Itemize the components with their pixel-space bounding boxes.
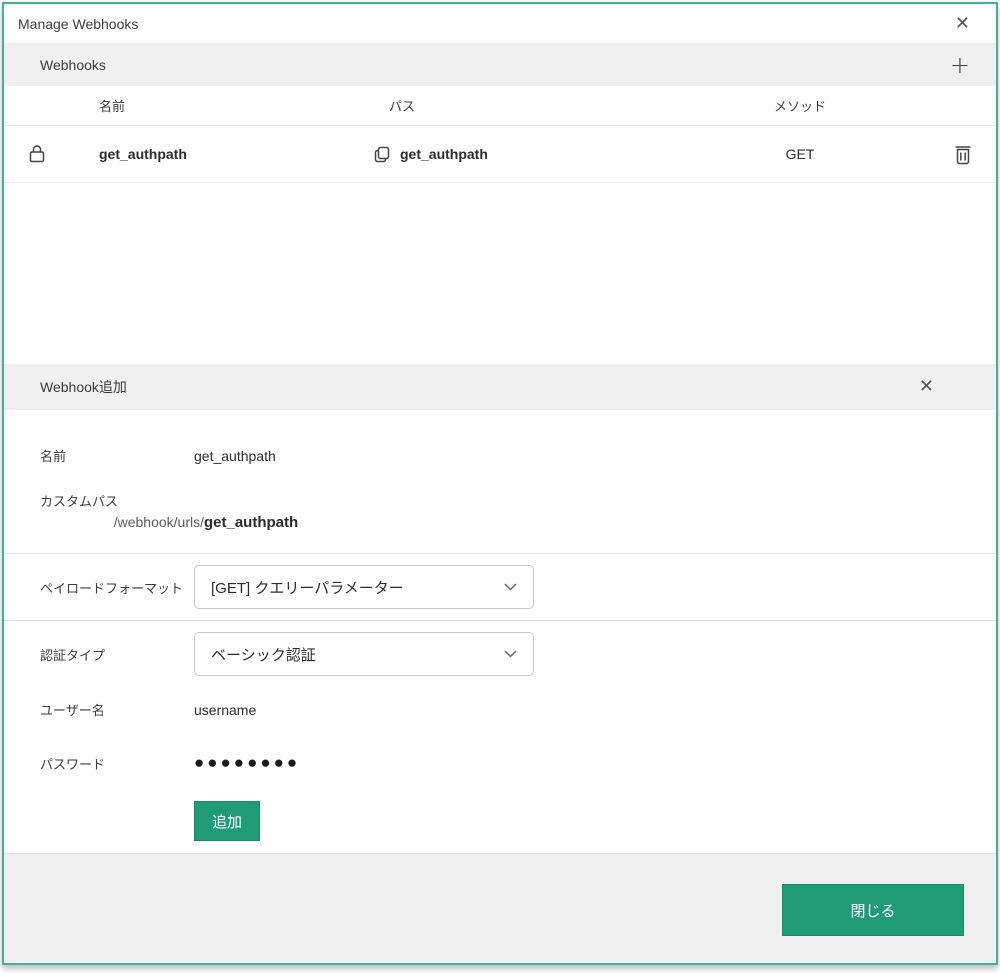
custom-path-label-row: カスタムパス (4, 491, 996, 510)
name-field-row: 名前 get_authpath (4, 446, 996, 465)
auth-type-dropdown[interactable]: ベーシック認証 (194, 632, 534, 676)
webhooks-section-header: Webhooks + (4, 44, 996, 86)
manage-webhooks-dialog: Manage Webhooks ✕ Webhooks + 名前 パス メソッド … (2, 2, 998, 965)
dialog-title-bar: Manage Webhooks ✕ (4, 4, 996, 44)
add-webhook-section-header: Webhook追加 ✕ (4, 364, 996, 410)
chevron-down-icon (504, 650, 517, 658)
name-field-label: 名前 (40, 446, 194, 465)
webhook-name: get_authpath (69, 146, 349, 162)
form-divider (4, 553, 996, 554)
custom-path-value-row: /webhook/urls/ get_authpath (4, 514, 996, 531)
username-row: ユーザー名 username (4, 700, 996, 719)
payload-format-selected-value: [GET] クエリーパラメーター (211, 577, 404, 598)
payload-format-dropdown[interactable]: [GET] クエリーパラメーター (194, 565, 534, 609)
password-label: パスワード (40, 754, 194, 773)
username-label: ユーザー名 (40, 700, 194, 719)
column-header-name: 名前 (69, 96, 349, 115)
dialog-title: Manage Webhooks (18, 16, 138, 32)
lock-icon (4, 144, 69, 164)
column-header-method: メソッド (670, 96, 930, 115)
add-button-row: 追加 (4, 801, 996, 841)
dialog-close-icon[interactable]: ✕ (951, 13, 974, 35)
payload-format-row: ペイロードフォーマット [GET] クエリーパラメーター (4, 565, 996, 609)
close-button[interactable]: 閉じる (782, 884, 964, 936)
dialog-footer: 閉じる (4, 853, 996, 963)
custom-path-prefix: /webhook/urls/ (4, 514, 204, 531)
trash-cell (930, 144, 996, 165)
add-webhook-section-title: Webhook追加 (40, 377, 127, 397)
webhooks-section-title: Webhooks (40, 57, 106, 73)
form-divider (4, 620, 996, 621)
add-webhook-plus-icon[interactable]: + (946, 51, 974, 79)
table-row: get_authpath get_authpath GET (4, 126, 996, 183)
webhook-list-empty-area (4, 183, 996, 364)
column-header-path: パス (349, 96, 670, 115)
auth-type-selected-value: ベーシック認証 (211, 644, 316, 665)
custom-path-label: カスタムパス (40, 491, 194, 510)
delete-webhook-trash-icon[interactable] (954, 144, 972, 165)
webhook-path-cell: get_authpath (349, 146, 670, 163)
chevron-down-icon (504, 583, 517, 591)
add-webhook-form: 名前 get_authpath カスタムパス /webhook/urls/ ge… (4, 410, 996, 853)
name-field-input[interactable]: get_authpath (194, 448, 276, 464)
webhook-method: GET (670, 146, 930, 162)
username-input[interactable]: username (194, 702, 256, 718)
webhook-path: get_authpath (400, 146, 488, 162)
auth-type-label: 認証タイプ (40, 645, 194, 664)
add-webhook-close-icon[interactable]: ✕ (915, 376, 938, 398)
auth-type-row: 認証タイプ ベーシック認証 (4, 632, 996, 676)
custom-path-input[interactable]: get_authpath (204, 514, 298, 531)
payload-format-label: ペイロードフォーマット (40, 578, 194, 597)
password-input[interactable]: ●●●●●●●● (194, 753, 300, 773)
copy-icon[interactable] (374, 146, 390, 163)
password-row: パスワード ●●●●●●●● (4, 753, 996, 773)
add-button[interactable]: 追加 (194, 801, 260, 841)
webhooks-table-header: 名前 パス メソッド (4, 86, 996, 126)
